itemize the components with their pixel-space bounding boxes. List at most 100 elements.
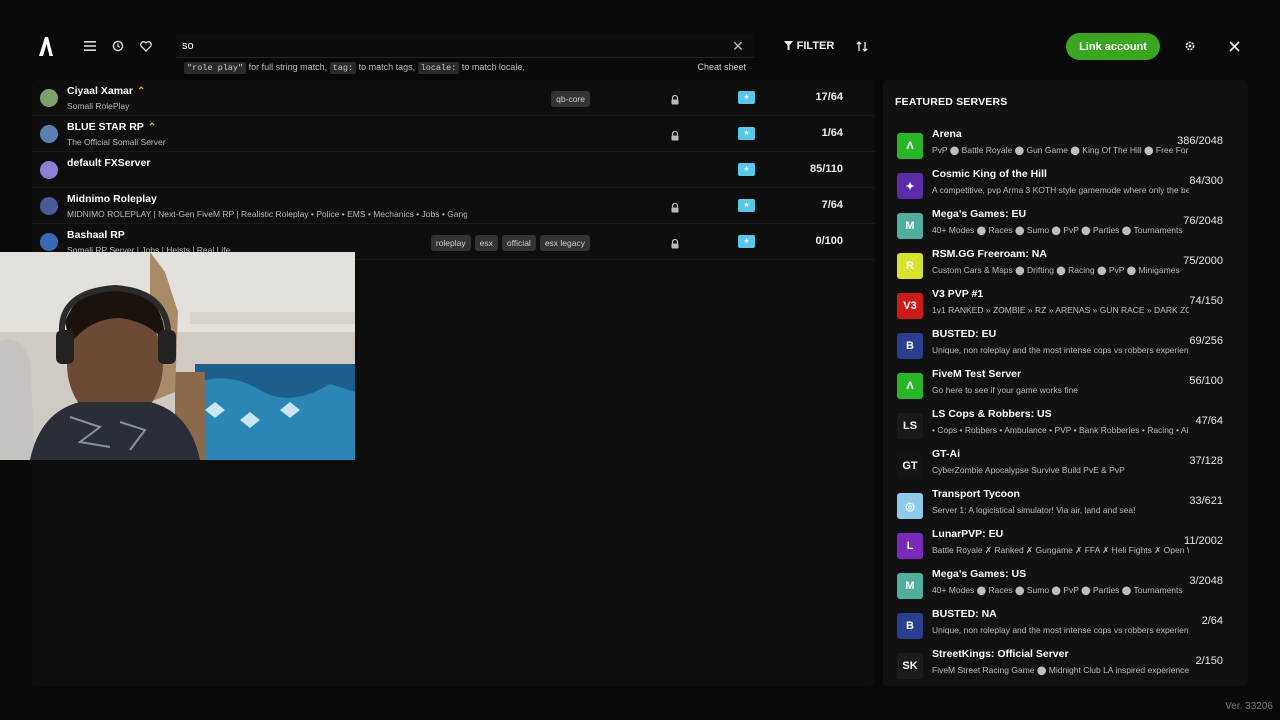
server-tag[interactable]: roleplay bbox=[430, 235, 471, 251]
hamburger-icon[interactable] bbox=[78, 34, 102, 58]
lock-icon bbox=[670, 128, 680, 141]
featured-server-row[interactable]: B BUSTED: NA Unique, non roleplay and the … bbox=[897, 607, 1237, 647]
featured-player-count: 2/64 bbox=[1201, 615, 1223, 627]
gear-icon[interactable] bbox=[1178, 34, 1202, 58]
server-name: Midnimo Roleplay bbox=[67, 193, 157, 205]
filter-button[interactable]: FILTER bbox=[776, 34, 842, 58]
featured-icon-glyph: Λ bbox=[906, 140, 914, 152]
featured-server-description: A competitive, pvp Arma 3 KOTH style gam… bbox=[932, 185, 1189, 195]
featured-server-description: PvP ⬤ Battle Royale ⬤ Gun Game ⬤ King Of… bbox=[932, 145, 1189, 155]
featured-server-row[interactable]: GT GT-Ai CyberZombie Apocalypse Survive Bu… bbox=[897, 447, 1237, 487]
server-name: Ciyaal Xamar ⌃ bbox=[67, 85, 145, 97]
server-row[interactable]: Ciyaal Xamar ⌃ Somali RolePlay qb-core ★ 17/6… bbox=[32, 80, 875, 116]
featured-server-icon: R bbox=[897, 253, 923, 279]
search-hints: "role play" for full string match, tag: … bbox=[184, 62, 750, 76]
featured-server-icon: M bbox=[897, 573, 923, 599]
featured-player-count: 386/2048 bbox=[1177, 135, 1223, 147]
hint-code: tag: bbox=[329, 62, 357, 74]
server-row[interactable]: default FXServer ★ 85/110 bbox=[32, 152, 875, 188]
featured-server-icon: M bbox=[897, 213, 923, 239]
heart-icon[interactable] bbox=[134, 34, 158, 58]
server-description: MIDNIMO ROLEPLAY | Next-Gen FiveM RP | R… bbox=[67, 209, 467, 219]
featured-icon-glyph: ◎ bbox=[905, 500, 915, 513]
featured-server-icon: B bbox=[897, 613, 923, 639]
server-row[interactable]: Midnimo Roleplay MIDNIMO ROLEPLAY | Next-… bbox=[32, 188, 875, 224]
featured-player-count: 37/128 bbox=[1189, 455, 1223, 467]
featured-server-icon: ◎ bbox=[897, 493, 923, 519]
cheat-sheet-link[interactable]: Cheat sheet bbox=[697, 62, 746, 72]
featured-server-row[interactable]: ✦ Cosmic King of the Hill A competitive, p… bbox=[897, 167, 1237, 207]
featured-server-description: 40+ Modes ⬤ Races ⬤ Sumo ⬤ PvP ⬤ Parties… bbox=[932, 585, 1183, 595]
player-count: 17/64 bbox=[815, 91, 843, 103]
featured-server-row[interactable]: Λ Arena PvP ⬤ Battle Royale ⬤ Gun Game ⬤ K… bbox=[897, 127, 1237, 167]
featured-server-row[interactable]: Λ FiveM Test Server Go here to see if your… bbox=[897, 367, 1237, 407]
featured-server-row[interactable]: V3 V3 PVP #1 1v1 RANKED » ZOMBIE » RZ » AR… bbox=[897, 287, 1237, 327]
featured-server-row[interactable]: L LunarPVP: EU Battle Royale ✗ Ranked ✗ Gu… bbox=[897, 527, 1237, 567]
search-input[interactable] bbox=[182, 37, 722, 55]
featured-server-row[interactable]: B BUSTED: EU Unique, non roleplay and the … bbox=[897, 327, 1237, 367]
featured-player-count: 76/2048 bbox=[1183, 215, 1223, 227]
featured-server-row[interactable]: M Mega's Games: US 40+ Modes ⬤ Races ⬤ Sum… bbox=[897, 567, 1237, 607]
featured-icon-glyph: M bbox=[905, 220, 915, 232]
featured-server-icon: L bbox=[897, 533, 923, 559]
featured-server-name: FiveM Test Server bbox=[932, 368, 1022, 380]
server-tags: roleplay esx official esx legacy bbox=[430, 235, 590, 251]
fivem-logo-icon[interactable] bbox=[36, 34, 56, 58]
featured-server-row[interactable]: ◎ Transport Tycoon Server 1: A logicistica… bbox=[897, 487, 1237, 527]
hint-text: to match tags, bbox=[358, 62, 416, 72]
search-bar: ✕ bbox=[176, 34, 754, 58]
server-row[interactable]: BLUE STAR RP ⌃ The Official Somali Server ★… bbox=[32, 116, 875, 152]
featured-server-row[interactable]: SK StreetKings: Official Server FiveM Stre… bbox=[897, 647, 1237, 687]
featured-server-icon: GT bbox=[897, 453, 923, 479]
featured-server-description: FiveM Street Racing Game ⬤ Midnight Club… bbox=[932, 665, 1189, 675]
featured-server-description: 40+ Modes ⬤ Races ⬤ Sumo ⬤ PvP ⬤ Parties… bbox=[932, 225, 1183, 235]
locale-flag-icon: ★ bbox=[738, 163, 755, 176]
featured-server-name: GT-Ai bbox=[932, 448, 960, 460]
featured-player-count: 47/64 bbox=[1195, 415, 1223, 427]
webcam-overlay bbox=[0, 252, 355, 460]
server-tag[interactable]: esx legacy bbox=[539, 235, 590, 251]
featured-icon-glyph: GT bbox=[902, 460, 918, 472]
featured-player-count: 11/2002 bbox=[1184, 535, 1223, 547]
server-tags: qb-core bbox=[551, 91, 590, 107]
featured-server-icon: SK bbox=[897, 653, 923, 679]
link-account-button[interactable]: Link account bbox=[1066, 33, 1160, 60]
lock-icon bbox=[670, 200, 680, 213]
featured-title: FEATURED SERVERS bbox=[895, 96, 1008, 108]
featured-server-name: Arena bbox=[932, 128, 962, 140]
locale-flag-icon: ★ bbox=[738, 127, 755, 140]
featured-server-name: Mega's Games: EU bbox=[932, 208, 1027, 220]
featured-icon-glyph: V3 bbox=[903, 300, 917, 312]
server-tag[interactable]: esx bbox=[474, 235, 498, 251]
locale-flag-icon: ★ bbox=[738, 91, 755, 104]
featured-server-name: V3 PVP #1 bbox=[932, 288, 984, 300]
player-count: 7/64 bbox=[821, 199, 843, 211]
sort-icon[interactable] bbox=[850, 34, 874, 58]
featured-player-count: 75/2000 bbox=[1183, 255, 1223, 267]
close-icon[interactable] bbox=[1222, 34, 1246, 58]
featured-server-row[interactable]: M Mega's Games: EU 40+ Modes ⬤ Races ⬤ Sum… bbox=[897, 207, 1237, 247]
featured-server-name: Transport Tycoon bbox=[932, 488, 1020, 500]
featured-server-name: Mega's Games: US bbox=[932, 568, 1027, 580]
featured-server-row[interactable]: LS LS Cops & Robbers: US • Cops • Robbers … bbox=[897, 407, 1237, 447]
featured-server-name: RSM.GG Freeroam: NA bbox=[932, 248, 1047, 260]
server-tag[interactable]: official bbox=[501, 235, 536, 251]
server-tag[interactable]: qb-core bbox=[551, 91, 590, 107]
featured-server-description: • Cops • Robbers • Ambulance • PVP • Ban… bbox=[932, 425, 1189, 435]
featured-server-row[interactable]: R RSM.GG Freeroam: NA Custom Cars & Maps ⬤… bbox=[897, 247, 1237, 287]
featured-server-name: BUSTED: EU bbox=[932, 328, 997, 340]
server-icon bbox=[40, 125, 58, 143]
featured-server-icon: B bbox=[897, 333, 923, 359]
featured-server-icon: Λ bbox=[897, 133, 923, 159]
server-icon bbox=[40, 233, 58, 251]
player-count: 1/64 bbox=[821, 127, 843, 139]
history-icon[interactable] bbox=[106, 34, 130, 58]
server-browser: ✕ "role play" for full string match, tag… bbox=[0, 0, 1280, 720]
clear-search-icon[interactable]: ✕ bbox=[730, 38, 746, 54]
featured-server-name: LunarPVP: EU bbox=[932, 528, 1004, 540]
server-name-text: BLUE STAR RP bbox=[67, 121, 144, 133]
featured-icon-glyph: SK bbox=[902, 660, 918, 672]
hint-code: locale: bbox=[417, 62, 460, 74]
featured-player-count: 33/621 bbox=[1189, 495, 1223, 507]
featured-server-icon: Λ bbox=[897, 373, 923, 399]
